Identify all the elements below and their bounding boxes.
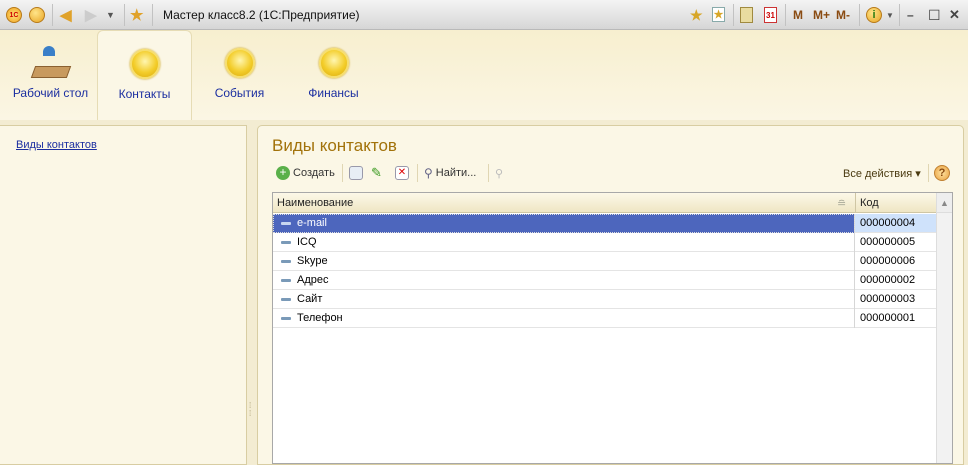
row-code: 000000003 <box>860 293 916 305</box>
vertical-scrollbar[interactable]: ▲ <box>936 193 952 463</box>
table-header: Наименование ≘ Код <box>273 193 937 213</box>
row-name: Телефон <box>297 312 343 324</box>
row-name: e-mail <box>297 217 327 229</box>
desk-lamp-icon <box>30 44 71 78</box>
section-icon <box>224 48 255 78</box>
search-icon: ⚲ <box>424 166 433 180</box>
scroll-up-icon[interactable]: ▲ <box>937 193 952 213</box>
column-header-code[interactable]: Код <box>860 197 879 209</box>
minimize-button[interactable]: – <box>907 7 914 23</box>
find-button[interactable]: ⚲ Найти... <box>424 164 476 182</box>
column-header-name[interactable]: Наименование <box>277 197 353 209</box>
row-name: Адрес <box>297 274 329 286</box>
sort-icon[interactable]: ≘ <box>837 197 846 210</box>
section-icon <box>129 49 160 79</box>
title-bar: 1C ◀ ▶ ▼ ★ Мастер класс8.2 (1С:Предприят… <box>0 0 968 30</box>
pencil-icon: ✎ <box>371 165 382 180</box>
table-row[interactable]: Сайт 000000003 <box>273 290 937 309</box>
item-icon <box>281 222 291 225</box>
section-icon <box>318 48 349 78</box>
forward-icon[interactable]: ▶ <box>85 7 97 24</box>
memory-m-button[interactable]: M <box>793 7 803 23</box>
help-icon: ? <box>934 165 950 181</box>
create-button[interactable]: + Создать <box>276 164 335 182</box>
table-row[interactable]: Телефон 000000001 <box>273 309 937 328</box>
row-name: Skype <box>297 255 328 267</box>
table-row[interactable]: ICQ 000000005 <box>273 233 937 252</box>
item-icon <box>281 260 291 263</box>
all-actions-button[interactable]: Все действия ▾ <box>843 164 921 182</box>
section-contacts[interactable]: Контакты <box>97 30 192 120</box>
help-button[interactable]: ? <box>934 164 950 182</box>
info-icon[interactable]: i <box>866 7 882 23</box>
navigation-panel: Виды контактов <box>0 125 247 465</box>
cancel-search-icon: ⚲ <box>495 167 504 180</box>
copy-icon <box>349 166 363 180</box>
nav-link-contact-types[interactable]: Виды контактов <box>16 139 97 151</box>
add-favorite-icon[interactable]: ★ <box>690 7 703 23</box>
table-row[interactable]: Адрес 000000002 <box>273 271 937 290</box>
maximize-button[interactable]: ☐ <box>928 7 941 23</box>
window-title: Мастер класс8.2 (1С:Предприятие) <box>163 8 360 22</box>
plus-icon: + <box>276 166 290 180</box>
section-events[interactable]: События <box>192 30 287 120</box>
row-name: Сайт <box>297 293 323 305</box>
row-code: 000000005 <box>860 236 916 248</box>
cancel-search-button[interactable]: ⚲ <box>495 164 503 182</box>
favorites-list-icon[interactable]: ★ <box>712 7 725 22</box>
sections-panel: Рабочий стол Контакты События Финансы <box>0 30 968 120</box>
table-row[interactable]: Skype 000000006 <box>273 252 937 271</box>
contact-types-table: Наименование ≘ Код e-mail 000000004 ICQ 000… <box>272 192 953 464</box>
item-icon <box>281 279 291 282</box>
section-finance[interactable]: Финансы <box>286 30 381 120</box>
row-code: 000000006 <box>860 255 916 267</box>
item-icon <box>281 298 291 301</box>
page-title: Виды контактов <box>272 136 397 155</box>
section-desktop[interactable]: Рабочий стол <box>3 30 98 120</box>
memory-plus-button[interactable]: M+ <box>813 7 830 23</box>
row-code: 000000004 <box>860 217 916 229</box>
table-row[interactable]: e-mail 000000004 <box>273 214 937 233</box>
calculator-icon[interactable] <box>740 7 753 23</box>
calendar-icon[interactable]: 31 <box>764 7 777 23</box>
splitter-handle[interactable]: ⁞ ⁞ <box>249 402 251 418</box>
main-menu-icon[interactable] <box>29 7 45 23</box>
item-icon <box>281 317 291 320</box>
row-name: ICQ <box>297 236 317 248</box>
delete-button[interactable]: ✕ <box>395 164 409 182</box>
close-button[interactable]: ✕ <box>949 7 960 23</box>
history-dropdown-icon[interactable]: ▼ <box>106 7 115 23</box>
row-code: 000000001 <box>860 312 916 324</box>
1c-logo-icon[interactable]: 1C <box>6 7 22 23</box>
delete-icon: ✕ <box>395 166 409 180</box>
row-code: 000000002 <box>860 274 916 286</box>
edit-button[interactable]: ✎ <box>371 164 382 182</box>
favorites-star-icon[interactable]: ★ <box>130 7 143 24</box>
item-icon <box>281 241 291 244</box>
info-dropdown-icon[interactable]: ▼ <box>886 7 894 23</box>
content-panel: Виды контактов + Создать ✎ ✕ ⚲ Найти... ⚲ … <box>257 125 964 465</box>
back-icon[interactable]: ◀ <box>60 7 72 24</box>
memory-minus-button[interactable]: M- <box>836 7 850 23</box>
copy-button[interactable] <box>349 164 363 182</box>
